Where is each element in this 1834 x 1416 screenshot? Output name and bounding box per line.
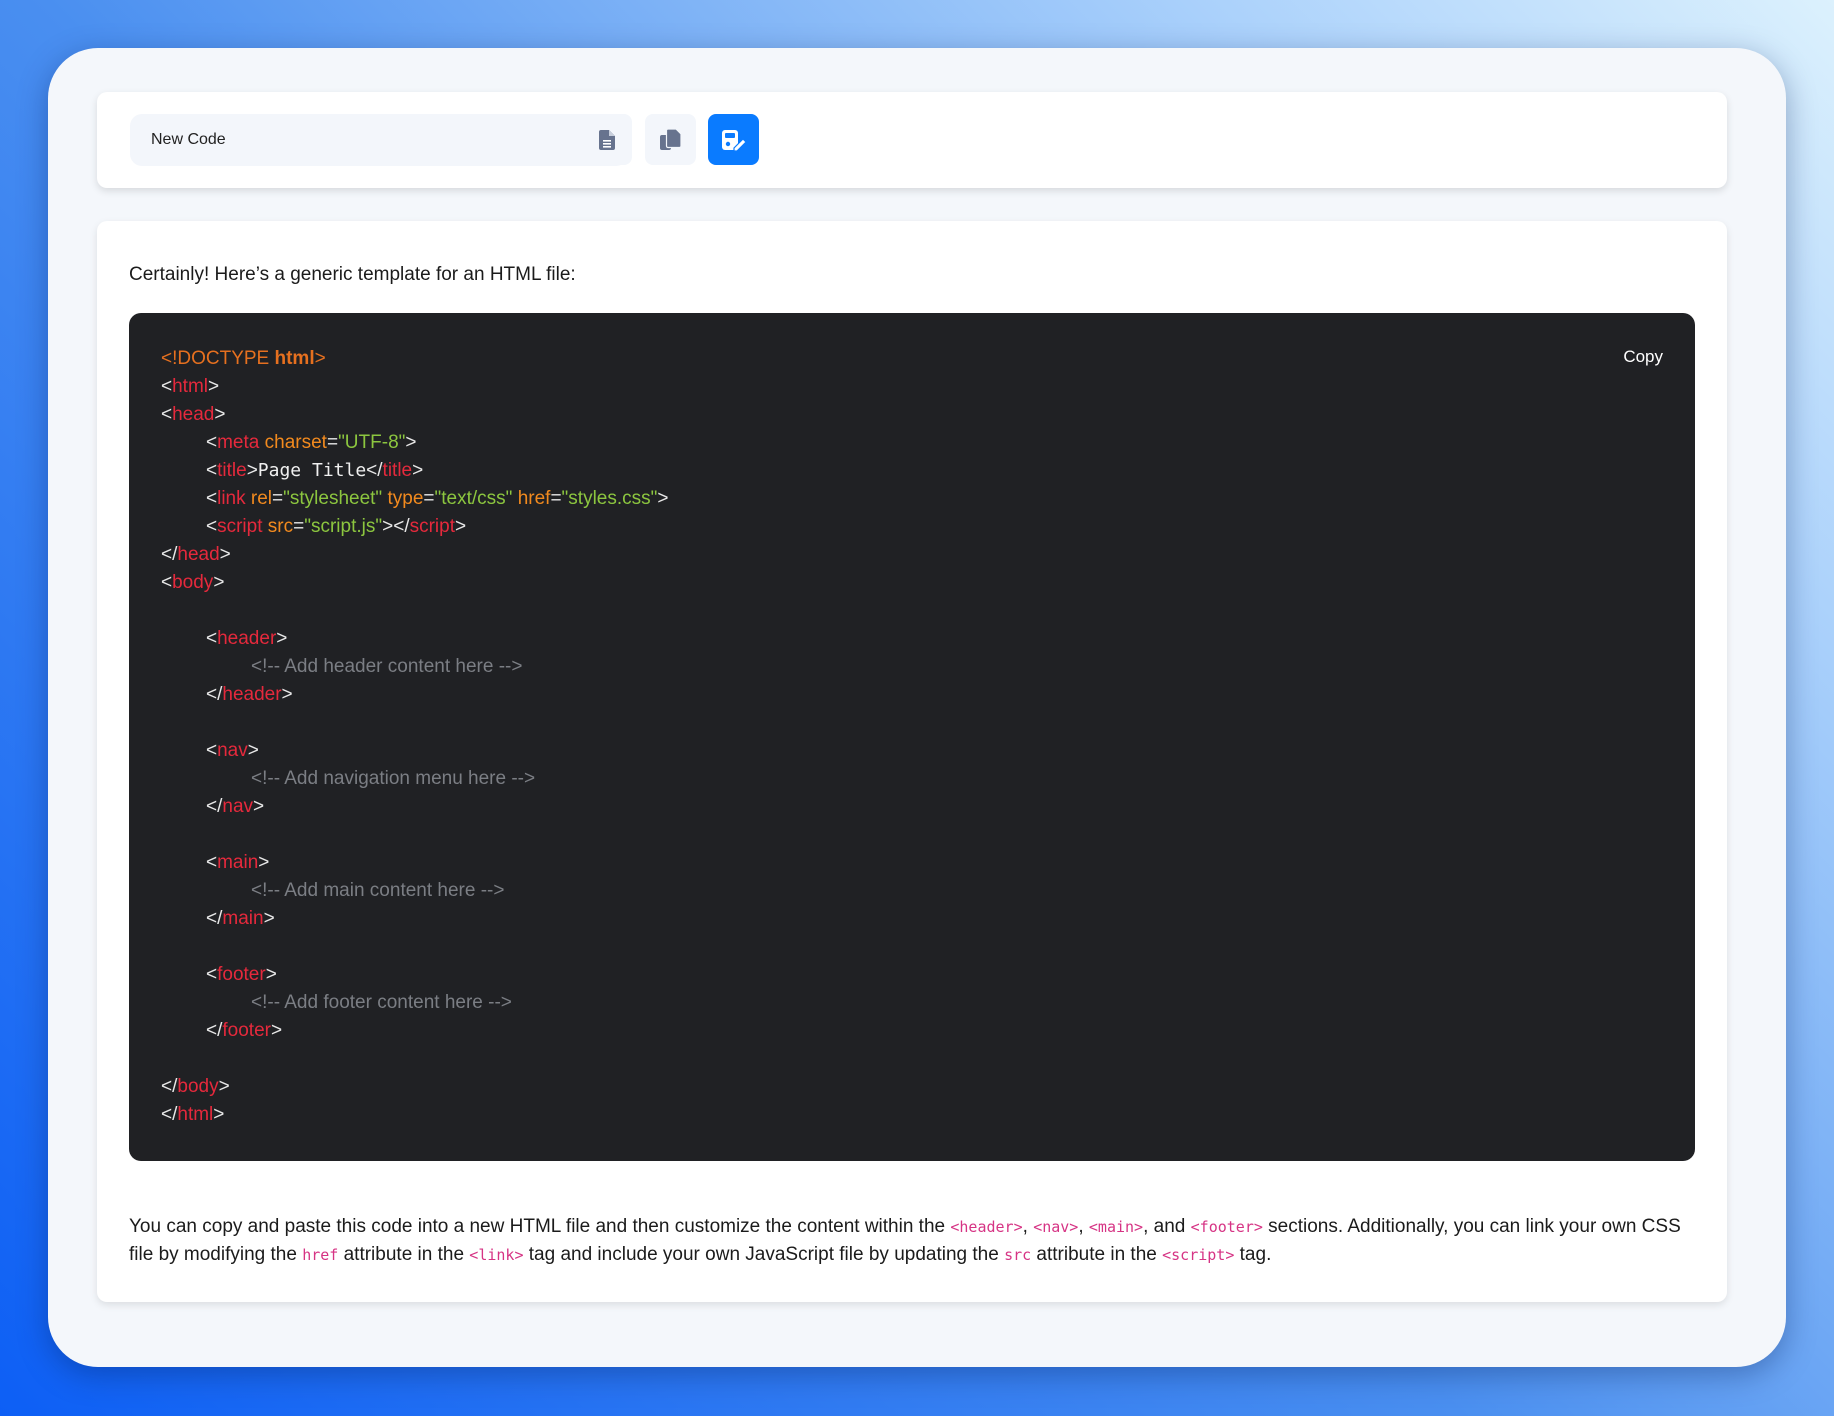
inline-code: <main> <box>1088 1218 1144 1236</box>
code-line: <header> <box>206 628 288 649</box>
text: attribute in the <box>1031 1244 1163 1265</box>
code-line: </main> <box>206 908 275 929</box>
new-file-button[interactable] <box>581 114 632 165</box>
inline-code: href <box>302 1246 339 1264</box>
file-icon <box>598 129 615 150</box>
code-line: <main> <box>206 852 270 873</box>
text: attribute in the <box>338 1244 470 1265</box>
doctype-keyword: html <box>274 348 315 369</box>
save-button[interactable] <box>708 114 759 165</box>
duplicate-button[interactable] <box>645 114 696 165</box>
text: tag and include your own JavaScript file… <box>523 1244 1005 1265</box>
code-line: </nav> <box>206 796 265 817</box>
page-title-value: Page Title <box>257 460 367 481</box>
code-line: <body> <box>161 572 225 593</box>
code-line: <script src="script.js"></script> <box>206 516 467 537</box>
code-line: <nav> <box>206 740 259 761</box>
doctype-open: <!DOCTYPE <box>161 348 275 369</box>
chat-message: Certainly! Here’s a generic template for… <box>97 221 1727 1302</box>
text: , <box>1078 1216 1089 1237</box>
outro-text: You can copy and paste this code into a … <box>129 1213 1699 1269</box>
text: You can copy and paste this code into a … <box>129 1216 951 1237</box>
code-line: </footer> <box>206 1020 283 1041</box>
script-src-value: "script.js" <box>304 516 383 537</box>
link-type-value: "text/css" <box>434 488 513 509</box>
inline-code: src <box>1004 1246 1032 1264</box>
meta-charset-value: "UTF-8" <box>338 432 406 453</box>
copy-button[interactable]: Copy <box>1623 347 1663 367</box>
code-block: Copy <!DOCTYPE html> <html> <head> <meta… <box>129 313 1695 1161</box>
inline-code: <script> <box>1162 1246 1235 1264</box>
code-line: <head> <box>161 404 226 425</box>
app-panel: Certainly! Here’s a generic template for… <box>48 48 1786 1367</box>
code-lines: <!DOCTYPE html> <html> <head> <meta char… <box>161 345 669 1129</box>
code-line: <link rel="stylesheet" type="text/css" h… <box>206 488 669 509</box>
code-line: </head> <box>161 544 231 565</box>
text: tag. <box>1234 1244 1272 1265</box>
text: , and <box>1143 1216 1191 1237</box>
text: , <box>1022 1216 1034 1237</box>
copy-icon <box>659 128 682 150</box>
code-line: <html> <box>161 376 220 397</box>
link-href-value: "styles.css" <box>561 488 658 509</box>
inline-code: <nav> <box>1033 1218 1079 1236</box>
code-comment: <!-- Add navigation menu here --> <box>251 768 536 789</box>
intro-text: Certainly! Here’s a generic template for… <box>129 264 576 285</box>
code-line: <title>Page Title</title> <box>206 460 424 481</box>
doctype-close: > <box>314 348 326 369</box>
inline-code: <link> <box>469 1246 524 1264</box>
inline-code: <footer> <box>1190 1218 1263 1236</box>
code-line: </html> <box>161 1104 225 1125</box>
code-line: <footer> <box>206 964 277 985</box>
code-line: <meta charset="UTF-8"> <box>206 432 417 453</box>
code-comment: <!-- Add header content here --> <box>251 656 523 677</box>
code-line: </body> <box>161 1076 230 1097</box>
code-name-input[interactable] <box>130 114 628 166</box>
code-line: </header> <box>206 684 293 705</box>
code-comment: <!-- Add footer content here --> <box>251 992 512 1013</box>
inline-code: <header> <box>950 1218 1023 1236</box>
code-line: <!DOCTYPE html> <box>161 345 669 373</box>
link-rel-value: "stylesheet" <box>283 488 383 509</box>
save-edit-icon <box>721 129 747 151</box>
code-comment: <!-- Add main content here --> <box>251 880 505 901</box>
toolbar <box>97 92 1727 188</box>
